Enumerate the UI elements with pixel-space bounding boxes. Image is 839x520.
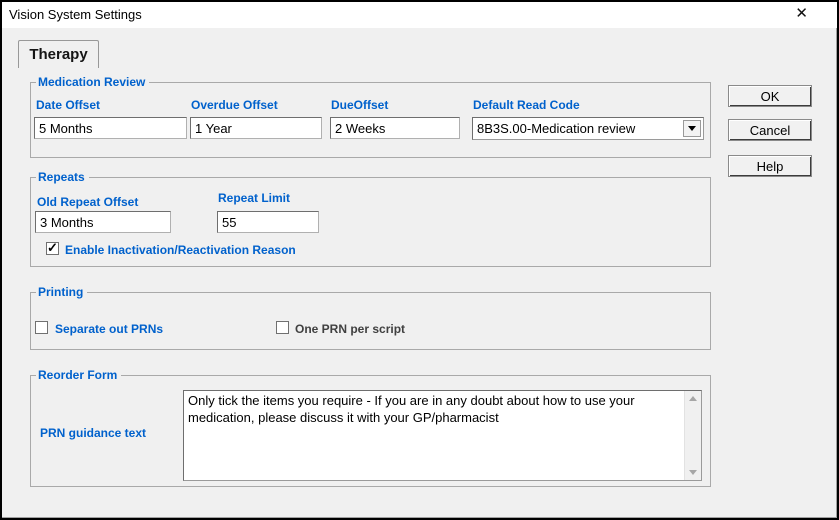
separate-prns-checkbox[interactable] xyxy=(35,321,48,334)
group-title-medication-review: Medication Review xyxy=(36,75,149,89)
chevron-down-icon xyxy=(688,126,696,131)
help-button[interactable]: Help xyxy=(728,155,812,177)
prn-guidance-textarea[interactable]: Only tick the items you require - If you… xyxy=(183,390,702,481)
enable-inactivation-label[interactable]: Enable Inactivation/Reactivation Reason xyxy=(65,243,296,257)
overdue-offset-label: Overdue Offset xyxy=(191,98,278,112)
one-prn-per-script-checkbox[interactable] xyxy=(276,321,289,334)
repeat-limit-input[interactable] xyxy=(217,211,319,233)
close-icon[interactable]: ✕ xyxy=(795,5,808,23)
dropdown-button[interactable] xyxy=(683,120,701,137)
enable-inactivation-checkbox[interactable] xyxy=(46,242,59,255)
repeat-limit-label: Repeat Limit xyxy=(218,191,290,205)
scroll-up-icon[interactable] xyxy=(689,396,697,401)
tab-therapy[interactable]: Therapy xyxy=(18,40,99,68)
old-repeat-offset-label: Old Repeat Offset xyxy=(37,195,138,209)
cancel-button[interactable]: Cancel xyxy=(728,119,812,141)
group-title-printing: Printing xyxy=(36,285,87,299)
default-read-code-dropdown[interactable]: 8B3S.00-Medication review xyxy=(472,117,704,140)
default-read-code-value: 8B3S.00-Medication review xyxy=(473,121,683,136)
overdue-offset-input[interactable] xyxy=(190,117,322,139)
due-offset-input[interactable] xyxy=(330,117,460,139)
old-repeat-offset-input[interactable] xyxy=(35,211,171,233)
textarea-scrollbar[interactable] xyxy=(684,391,701,480)
group-title-reorder-form: Reorder Form xyxy=(36,368,121,382)
default-read-code-label: Default Read Code xyxy=(473,98,580,112)
date-offset-label: Date Offset xyxy=(36,98,100,112)
vision-system-settings-dialog: Vision System Settings ✕ Therapy Medicat… xyxy=(0,0,839,520)
tab-label: Therapy xyxy=(29,46,87,63)
scroll-down-icon[interactable] xyxy=(689,470,697,475)
date-offset-input[interactable] xyxy=(34,117,187,139)
group-title-repeats: Repeats xyxy=(36,170,89,184)
window-title: Vision System Settings xyxy=(9,7,142,22)
due-offset-label: DueOffset xyxy=(331,98,388,112)
prn-guidance-label: PRN guidance text xyxy=(40,426,146,440)
separate-prns-label[interactable]: Separate out PRNs xyxy=(55,322,163,336)
one-prn-per-script-label[interactable]: One PRN per script xyxy=(295,322,405,336)
prn-guidance-text[interactable]: Only tick the items you require - If you… xyxy=(184,391,684,480)
group-printing: Printing xyxy=(30,285,711,350)
ok-button[interactable]: OK xyxy=(728,85,812,107)
titlebar: Vision System Settings ✕ xyxy=(2,2,837,28)
